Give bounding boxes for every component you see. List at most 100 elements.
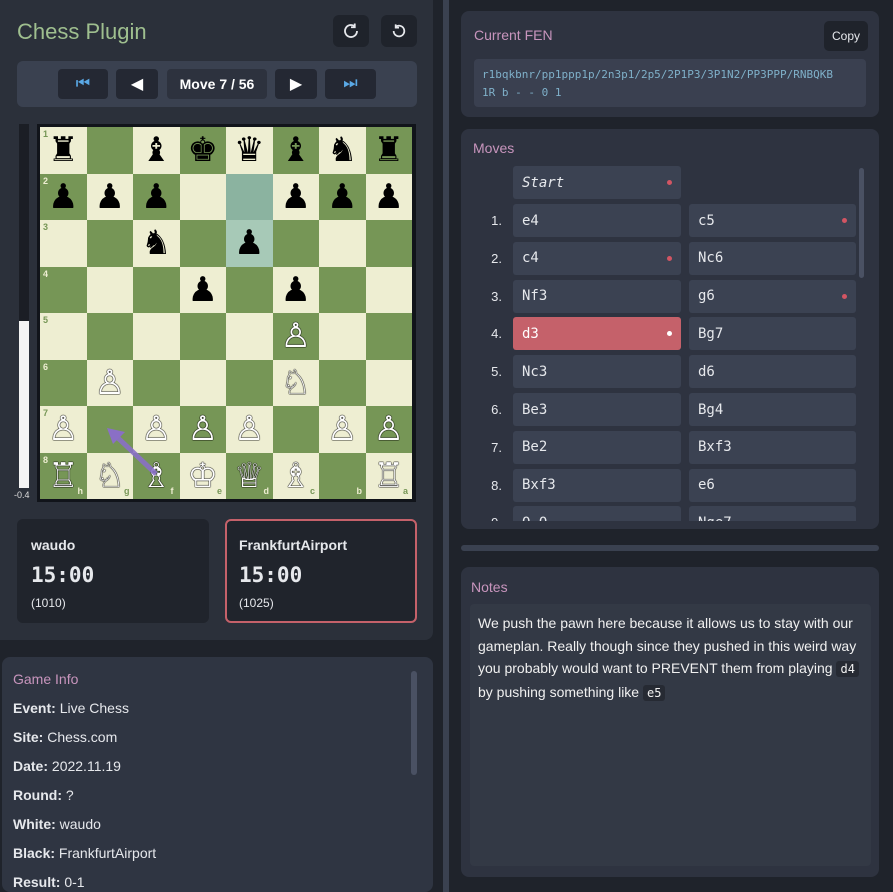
next-move-button[interactable]: ▶ <box>275 69 317 99</box>
move-black[interactable]: Bxf3 <box>689 430 856 464</box>
board-square[interactable] <box>226 313 273 360</box>
chess-piece[interactable]: ♜ <box>366 127 413 174</box>
move-white[interactable]: c4 <box>513 241 681 275</box>
chess-piece[interactable]: ♞ <box>319 127 366 174</box>
chess-piece[interactable]: ♟ <box>133 174 180 221</box>
chess-piece[interactable]: ♟ <box>180 267 227 314</box>
game-info-row: Date: 2022.11.19 <box>13 758 121 774</box>
board-square[interactable] <box>179 359 226 406</box>
move-black[interactable]: e6 <box>689 468 856 502</box>
move-black[interactable]: g6 <box>689 279 856 313</box>
move-black[interactable]: Nc6 <box>689 241 856 275</box>
vertical-divider[interactable] <box>443 0 449 892</box>
board-square[interactable] <box>133 313 180 360</box>
player-rating: (1010) <box>31 596 66 610</box>
board-square[interactable] <box>226 266 273 313</box>
last-move-button[interactable]: ⏭ <box>325 69 376 99</box>
board-square[interactable] <box>133 359 180 406</box>
board-square[interactable] <box>179 313 226 360</box>
file-label: g <box>124 486 130 496</box>
fen-text[interactable]: r1bqkbnr/pp1ppp1p/2n3p1/2p5/2P1P3/3P1N2/… <box>474 59 866 107</box>
board-square[interactable] <box>86 406 133 453</box>
move-white[interactable]: Be3 <box>513 393 681 426</box>
move-white[interactable]: Nf3 <box>513 279 681 313</box>
chess-piece[interactable]: ♟ <box>226 220 273 267</box>
chess-piece[interactable]: ♘ <box>273 360 320 407</box>
chess-piece[interactable]: ♙ <box>273 313 320 360</box>
move-san: Be3 <box>522 401 548 418</box>
chess-piece[interactable]: ♙ <box>319 406 366 453</box>
game-info-label: White: <box>13 816 56 832</box>
board-square[interactable] <box>226 173 273 220</box>
chess-piece[interactable]: ♝ <box>133 127 180 174</box>
board-square[interactable] <box>272 406 319 453</box>
reset-button[interactable] <box>381 15 417 47</box>
move-white[interactable]: Bxf3 <box>513 468 681 502</box>
chess-piece[interactable]: ♟ <box>273 174 320 221</box>
first-move-button[interactable]: ⏮ <box>58 69 108 99</box>
board-square[interactable] <box>319 220 366 267</box>
fen-line-2: 1R b - - 0 1 <box>482 86 562 99</box>
chess-piece[interactable]: ♙ <box>87 360 134 407</box>
prev-move-button[interactable]: ◀ <box>116 69 158 99</box>
chess-piece[interactable]: ♛ <box>226 127 273 174</box>
notes-text[interactable]: We push the pawn here because it allows … <box>470 604 871 866</box>
copy-fen-button[interactable]: Copy <box>824 21 868 51</box>
board-square[interactable] <box>179 220 226 267</box>
chess-piece[interactable]: ♙ <box>180 406 227 453</box>
chess-piece[interactable]: ♞ <box>133 220 180 267</box>
board-square[interactable] <box>319 266 366 313</box>
board-square[interactable] <box>226 359 273 406</box>
chess-piece[interactable]: ♟ <box>366 174 413 221</box>
move-white[interactable]: Be2 <box>513 430 681 464</box>
rank-label: 8 <box>43 454 49 465</box>
game-info-row: White: waudo <box>13 816 101 832</box>
board-square[interactable] <box>272 220 319 267</box>
board-square[interactable] <box>86 266 133 313</box>
game-info-value: waudo <box>59 816 101 832</box>
chess-piece[interactable]: ♙ <box>133 406 180 453</box>
game-info-scrollbar[interactable] <box>411 671 417 775</box>
chess-piece[interactable]: ♙ <box>226 406 273 453</box>
move-number: 9. <box>462 515 502 521</box>
chess-board[interactable]: ♜ ♝ ♚ ♛ ♝ ♞ ♜ ♟ ♟ ♟ ♟ ♟ ♟ ♞ ♟ ♟ ♟ ♙ ♙ ♘ ♙ ♙ ♙ ♙ ♙ ♙ ♖ ♘ ♗ ♔ ♕ ♗ ♖ 1 2 3 4 5 6 7… <box>37 124 416 502</box>
player-clock: 15:00 <box>239 563 303 587</box>
board-square[interactable] <box>365 220 412 267</box>
board-square[interactable] <box>319 359 366 406</box>
file-label: h <box>77 486 84 496</box>
move-black[interactable]: Bg7 <box>689 317 856 351</box>
file-label: d <box>263 486 270 496</box>
board-square[interactable] <box>365 313 412 360</box>
board-square[interactable] <box>86 220 133 267</box>
move-black[interactable]: c5 <box>689 204 856 237</box>
board-square[interactable] <box>86 127 133 174</box>
move-white[interactable]: d3 <box>513 317 681 351</box>
move-black[interactable]: Bg4 <box>689 393 856 426</box>
chess-piece[interactable]: ♟ <box>319 174 366 221</box>
move-san: Bxf3 <box>698 439 732 456</box>
board-square[interactable] <box>86 313 133 360</box>
move-black[interactable]: Nge7 <box>689 506 856 521</box>
horizontal-divider[interactable] <box>461 545 879 551</box>
board-square[interactable] <box>365 359 412 406</box>
move-number: 1. <box>491 213 502 228</box>
moves-scrollbar[interactable] <box>859 168 864 278</box>
move-white[interactable]: e4 <box>513 204 681 237</box>
board-square[interactable] <box>133 266 180 313</box>
move-white[interactable]: O-O <box>513 506 681 521</box>
board-square[interactable] <box>319 313 366 360</box>
chess-piece[interactable]: ♟ <box>273 267 320 314</box>
board-square[interactable] <box>179 173 226 220</box>
move-san: c5 <box>698 212 715 229</box>
refresh-button[interactable] <box>333 15 369 47</box>
chess-piece[interactable]: ♟ <box>87 174 134 221</box>
move-start[interactable]: Start <box>513 166 681 199</box>
chess-piece[interactable]: ♚ <box>180 127 227 174</box>
move-white[interactable]: Nc3 <box>513 355 681 389</box>
move-black[interactable]: d6 <box>689 355 856 389</box>
chess-piece[interactable]: ♝ <box>273 127 320 174</box>
chess-piece[interactable]: ♙ <box>366 406 413 453</box>
move-san: Be2 <box>522 439 548 456</box>
board-square[interactable] <box>365 266 412 313</box>
move-san: Bg7 <box>698 325 724 342</box>
